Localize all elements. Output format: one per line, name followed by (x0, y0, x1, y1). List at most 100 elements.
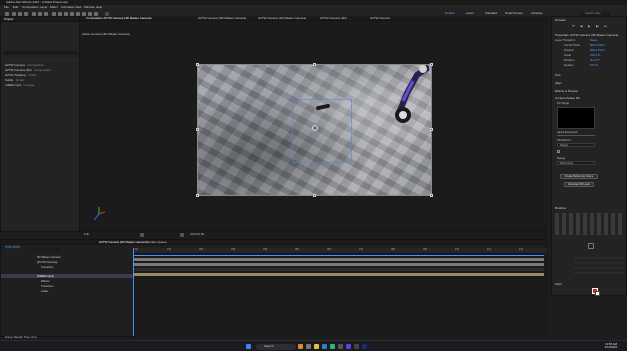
clone-stamp-icon[interactable] (76, 11, 80, 16)
taskbar-app-icon[interactable] (338, 344, 343, 349)
grid-icon[interactable] (180, 232, 184, 237)
edge-browser-icon[interactable] (322, 344, 327, 349)
system-clock[interactable]: 10:56 AM 3/13/2024 (605, 342, 617, 349)
opacity-value[interactable]: 100 % (590, 64, 598, 67)
brush-diameter-icon[interactable] (588, 243, 594, 249)
transform-handle[interactable] (430, 63, 433, 66)
selection-tool-icon[interactable] (12, 11, 16, 16)
anchor-point-icon[interactable] (312, 125, 318, 131)
brushes-header[interactable]: Brushes (555, 207, 566, 210)
roto-brush-icon[interactable] (88, 11, 92, 16)
layer-property-row[interactable]: Transform (41, 285, 54, 288)
rectangle-tool-icon[interactable] (52, 11, 56, 16)
snapping-checkbox-icon[interactable] (105, 11, 109, 16)
list-item[interactable]: VIDEO.mp4 Footage (5, 84, 35, 88)
transform-handle[interactable] (196, 194, 199, 197)
scale-value[interactable]: 100.0 % (590, 54, 600, 57)
taskbar-app-icon[interactable] (354, 344, 359, 349)
effects-presets-header[interactable]: Effects & Presets (555, 90, 578, 93)
rotation-value[interactable]: 0x+0.0° (590, 59, 600, 62)
workspace-small-screen[interactable]: Small Screen (505, 12, 523, 15)
transform-handle[interactable] (430, 128, 433, 131)
workspace-learn[interactable]: Learn (466, 12, 474, 15)
workspace-libraries[interactable]: Libraries (531, 12, 543, 15)
viewer-timecode[interactable]: 0;00;00;00 (190, 232, 204, 236)
layer-track-bar[interactable] (133, 258, 544, 261)
layer-property-row[interactable]: Transform (41, 266, 54, 269)
layer-property-row[interactable]: Audio (41, 290, 48, 293)
transform-handle[interactable] (313, 63, 316, 66)
windows-start-icon[interactable] (246, 344, 251, 349)
orbit-tool-icon[interactable] (32, 11, 36, 16)
paint-header[interactable]: Paint (555, 283, 562, 286)
puppet-pin-icon[interactable] (94, 11, 98, 16)
menu-window[interactable]: Window (84, 6, 95, 9)
layer-row[interactable]: [AVTW Camera] (37, 261, 57, 264)
brush-tool-icon[interactable] (70, 11, 74, 16)
workspace-default[interactable]: Default (445, 12, 455, 15)
taskbar-search[interactable]: Search (256, 343, 296, 350)
lighting-correction-checkbox[interactable] (557, 150, 560, 153)
generate-fill-layer-button[interactable]: Generate Fill Layer (564, 182, 594, 187)
timeline-ruler[interactable]: 0s 01s 02s 03s 04s 05s 06s 07s 08s 09s 1… (133, 248, 547, 254)
layer-track-bar[interactable] (133, 268, 544, 271)
preview-header[interactable]: Preview (555, 19, 566, 22)
pen-tool-icon[interactable] (58, 11, 62, 16)
transform-handle[interactable] (196, 128, 199, 131)
fill-method-dropdown[interactable]: Object (557, 143, 595, 147)
transform-handle[interactable] (430, 194, 433, 197)
task-view-icon[interactable] (306, 344, 311, 349)
timeline-search-input[interactable] (31, 248, 59, 251)
brush-tips-grid[interactable] (555, 213, 623, 235)
tab-composition-2[interactable]: AVTW Camera (3D Master Camera) (198, 17, 246, 20)
chrome-icon[interactable] (330, 344, 335, 349)
playback-controls[interactable]: ⏮ ◀ ▶ ▶| ⏭ (572, 25, 612, 28)
menu-edit[interactable]: Edit (13, 6, 18, 9)
eraser-icon[interactable] (82, 11, 86, 16)
premiere-icon[interactable] (370, 344, 375, 349)
zoom-dropdown[interactable]: Full (84, 232, 89, 236)
menu-file[interactable]: File (4, 6, 9, 9)
text-panel-header[interactable]: Text (555, 74, 561, 77)
work-area-bar[interactable] (133, 255, 544, 256)
tab-render-queue[interactable]: Render Queue (147, 241, 167, 244)
home-icon[interactable] (5, 11, 9, 16)
menu-help[interactable]: Help (96, 6, 102, 9)
position-value[interactable]: 960.0 540.0 (590, 49, 605, 52)
layer-track-bar-selected[interactable] (133, 273, 544, 276)
tab-composition-3[interactable]: AVTW Camera (3D Master Camera) (258, 17, 306, 20)
timeline-timecode[interactable]: 0;00;00;00 (5, 245, 20, 249)
tab-timeline-comp[interactable]: AVTW Camera (3D Master Camera) (99, 241, 147, 244)
layer-property-row[interactable]: Effects (41, 280, 50, 283)
after-effects-icon[interactable] (362, 344, 367, 349)
tab-project[interactable]: Project (4, 18, 13, 21)
transform-handle[interactable] (313, 194, 316, 197)
file-explorer-icon[interactable] (314, 344, 319, 349)
tab-composition-5[interactable]: AVTW Camera (370, 17, 390, 20)
layer-track-bar[interactable] (133, 263, 544, 266)
menu-layer[interactable]: Layer (40, 6, 48, 9)
paint-background-color-swatch[interactable] (595, 291, 600, 296)
reset-link[interactable]: Reset (590, 39, 597, 42)
transform-handle[interactable] (196, 63, 199, 66)
taskbar-app-icon[interactable] (298, 344, 303, 349)
menu-animation[interactable]: Animation (61, 6, 74, 9)
search-help-input[interactable]: Search Help (580, 11, 610, 16)
pan-tool-icon[interactable] (38, 11, 42, 16)
menu-view[interactable]: View (75, 6, 81, 9)
layer-row[interactable]: 3D Master Camera (37, 256, 61, 259)
playhead[interactable] (133, 248, 134, 336)
create-reference-frame-button[interactable]: Create Reference Frame (560, 174, 598, 179)
tab-composition-main[interactable]: Composition AVTW Camera (3D Master Camer… (86, 17, 151, 20)
align-panel-header[interactable]: Align (555, 82, 562, 85)
zoom-tool-icon[interactable] (24, 11, 28, 16)
alpha-expansion-slider[interactable] (557, 135, 595, 136)
camera-icon[interactable] (140, 232, 144, 237)
menu-composition[interactable]: Composition (22, 6, 39, 9)
tab-composition-4[interactable]: AVTW Camera (3D) (320, 17, 347, 20)
project-search-input[interactable] (4, 51, 78, 55)
video-frame[interactable] (197, 64, 432, 196)
hand-tool-icon[interactable] (18, 11, 22, 16)
taskbar-app-icon[interactable] (346, 344, 351, 349)
dolly-tool-icon[interactable] (44, 11, 48, 16)
